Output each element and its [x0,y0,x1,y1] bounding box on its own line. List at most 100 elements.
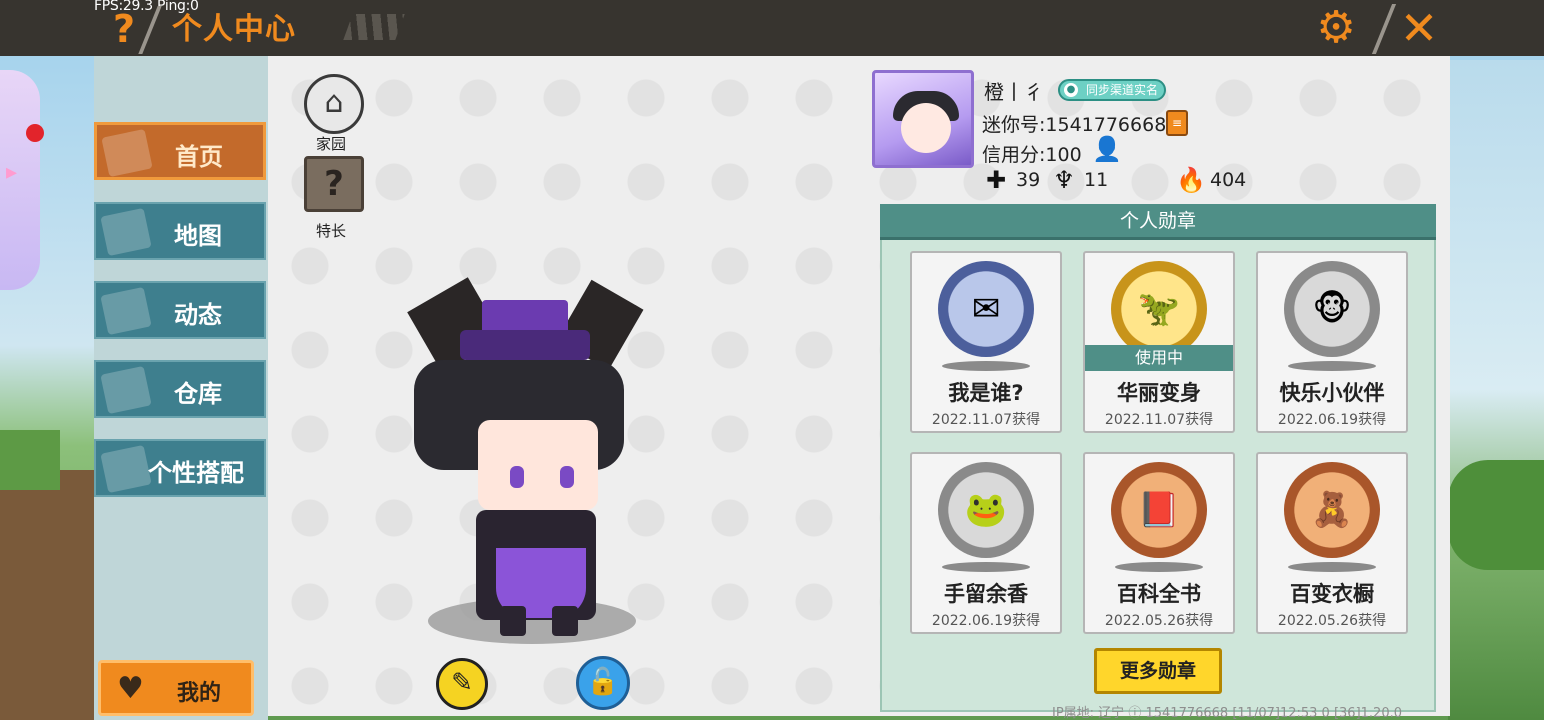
close-button[interactable]: ✕ [1396,4,1442,52]
badge-date: 2022.11.07获得 [1104,412,1214,428]
nav-item-label: 个性搭配 [148,459,244,487]
talent-button[interactable]: ? [304,156,364,212]
character-avatar[interactable] [400,277,660,660]
credit-card-person-icon[interactable]: 👤 [1092,134,1122,164]
badge-card[interactable]: 🐵 快乐小伙伴 2022.06.19获得 [1256,251,1408,433]
medal-icon: 🐸 [938,462,1034,558]
ip-location: IP属地: 辽宁 [1052,706,1125,720]
nav-item-storage[interactable]: 仓库 [94,360,266,418]
chevron-right-icon[interactable]: ▸ [6,160,17,185]
badge-name: 我是谁? [948,381,1024,405]
character-leg [552,606,578,636]
medal-emblem: 🦖 [1137,289,1181,329]
settings-button[interactable]: ⚙ [1312,4,1360,52]
footer-info: IP属地: 辽宁 ⓘ 1541776668 [11/07]12:53 0 [36… [1052,702,1402,720]
badge-name: 百科全书 [1117,582,1201,606]
padlock-icon: 🔓 [586,667,620,697]
badge-date: 2022.11.07获得 [931,412,1041,428]
in-use-banner: 使用中 [1085,345,1233,371]
footer-version: [36]1.20.0 [1333,706,1403,720]
grass-block [0,430,60,490]
nav-item-home[interactable]: 首页 [94,122,266,180]
badge-card[interactable]: ✉ 我是谁? 2022.11.07获得 [910,251,1062,433]
badge-name: 快乐小伙伴 [1279,381,1385,405]
edit-button[interactable]: ✎ [436,658,488,710]
mine-button[interactable]: ♥ 我的 [98,660,254,716]
house-icon [101,128,153,178]
medal-emblem: ✉ [971,289,1001,329]
stat-fans: ♆ 11 [1050,166,1108,196]
tree-foliage [1448,460,1544,570]
nav-item-map[interactable]: 地图 [94,202,266,260]
badge-card[interactable]: 🐸 手留余香 2022.06.19获得 [910,452,1062,634]
footer-uid: 1541776668 [1145,706,1229,720]
stat-value: 404 [1210,169,1247,191]
medal-shadow [1288,562,1376,572]
badge-date: 2022.05.26获得 [1277,613,1387,629]
medal-icon: 📕 [1111,462,1207,558]
profile-avatar[interactable] [872,70,974,168]
person-icon: ● [1064,83,1078,97]
homeland-label: 家园 [316,135,347,153]
mine-label: 我的 [177,681,222,706]
cheer-icon: ♆ [1053,166,1075,194]
footer-time: [11/07]12:53 0 [1232,706,1330,720]
character-face [478,420,598,510]
badge-name: 百变衣橱 [1290,582,1374,606]
notification-dot [26,124,44,142]
medal-icon: ✉ [938,261,1034,357]
avatar-face [901,103,951,153]
copy-icon[interactable]: ≡ [1166,110,1188,136]
badge-date: 2022.06.19获得 [931,613,1041,629]
bookmark-plus-icon: ✚ [985,166,1007,194]
mini-id: 迷你号:1541776668 [982,114,1167,136]
stat-value: 11 [1084,169,1109,191]
sync-realname-button[interactable]: ● 同步渠道实名 [1058,79,1167,101]
medal-emblem: 🐸 [964,490,1008,530]
character-hat-brim [460,330,590,360]
badge-name: 手留余香 [944,582,1028,606]
badge-name: 华丽变身 [1117,381,1201,405]
map-icon [100,207,152,257]
sync-label: 同步渠道实名 [1086,83,1159,97]
flame-icon: 🔥 [1176,166,1206,194]
info-icon[interactable]: ⓘ [1128,706,1141,720]
medal-shadow [1115,562,1203,572]
nav-item-label: 动态 [174,301,222,329]
badge-date: 2022.06.19获得 [1277,412,1387,428]
nav-item-activity[interactable]: 动态 [94,281,266,339]
badge-card[interactable]: 🦖 使用中华丽变身 2022.11.07获得 [1083,251,1235,433]
house-icon: ⌂ [324,85,344,120]
page-title: 个人中心 [172,12,296,47]
question-mark-icon: ? [112,7,136,51]
sky-strip [1448,60,1544,720]
talent-label: 特长 [316,222,347,240]
nav-item-label: 仓库 [174,380,222,408]
heart-icon: ♥ [117,671,144,706]
close-x-icon: ✕ [1399,1,1439,55]
badge-card[interactable]: 🧸 百变衣橱 2022.05.26获得 [1256,452,1408,634]
medal-emblem: 📕 [1137,490,1181,530]
nav-item-outfit[interactable]: 个性搭配 [94,439,266,497]
medal-shadow [942,562,1030,572]
badge-date: 2022.05.26获得 [1104,613,1214,629]
medal-emblem: 🧸 [1310,490,1354,530]
help-button[interactable]: ? [104,6,144,52]
character-eye [510,466,524,488]
lock-button[interactable]: 🔓 [576,656,630,710]
medal-shadow [942,361,1030,371]
medal-emblem: 🐵 [1312,289,1352,329]
stat-follows: ✚ 39 [982,166,1040,196]
medal-shadow [1288,361,1376,371]
character-eye [560,466,574,488]
badges-title: 个人勋章 [880,204,1436,240]
homeland-button[interactable]: ⌂ [304,74,364,134]
medal-icon: 🦖 [1111,261,1207,357]
nav-item-label: 地图 [174,222,222,250]
character-leg [500,606,526,636]
medal-icon: 🐵 [1284,261,1380,357]
more-badges-button[interactable]: 更多勋章 [1094,648,1222,694]
badge-card[interactable]: 📕 百科全书 2022.05.26获得 [1083,452,1235,634]
box-icon [100,365,152,415]
credit-score: 信用分:100 [982,144,1082,166]
